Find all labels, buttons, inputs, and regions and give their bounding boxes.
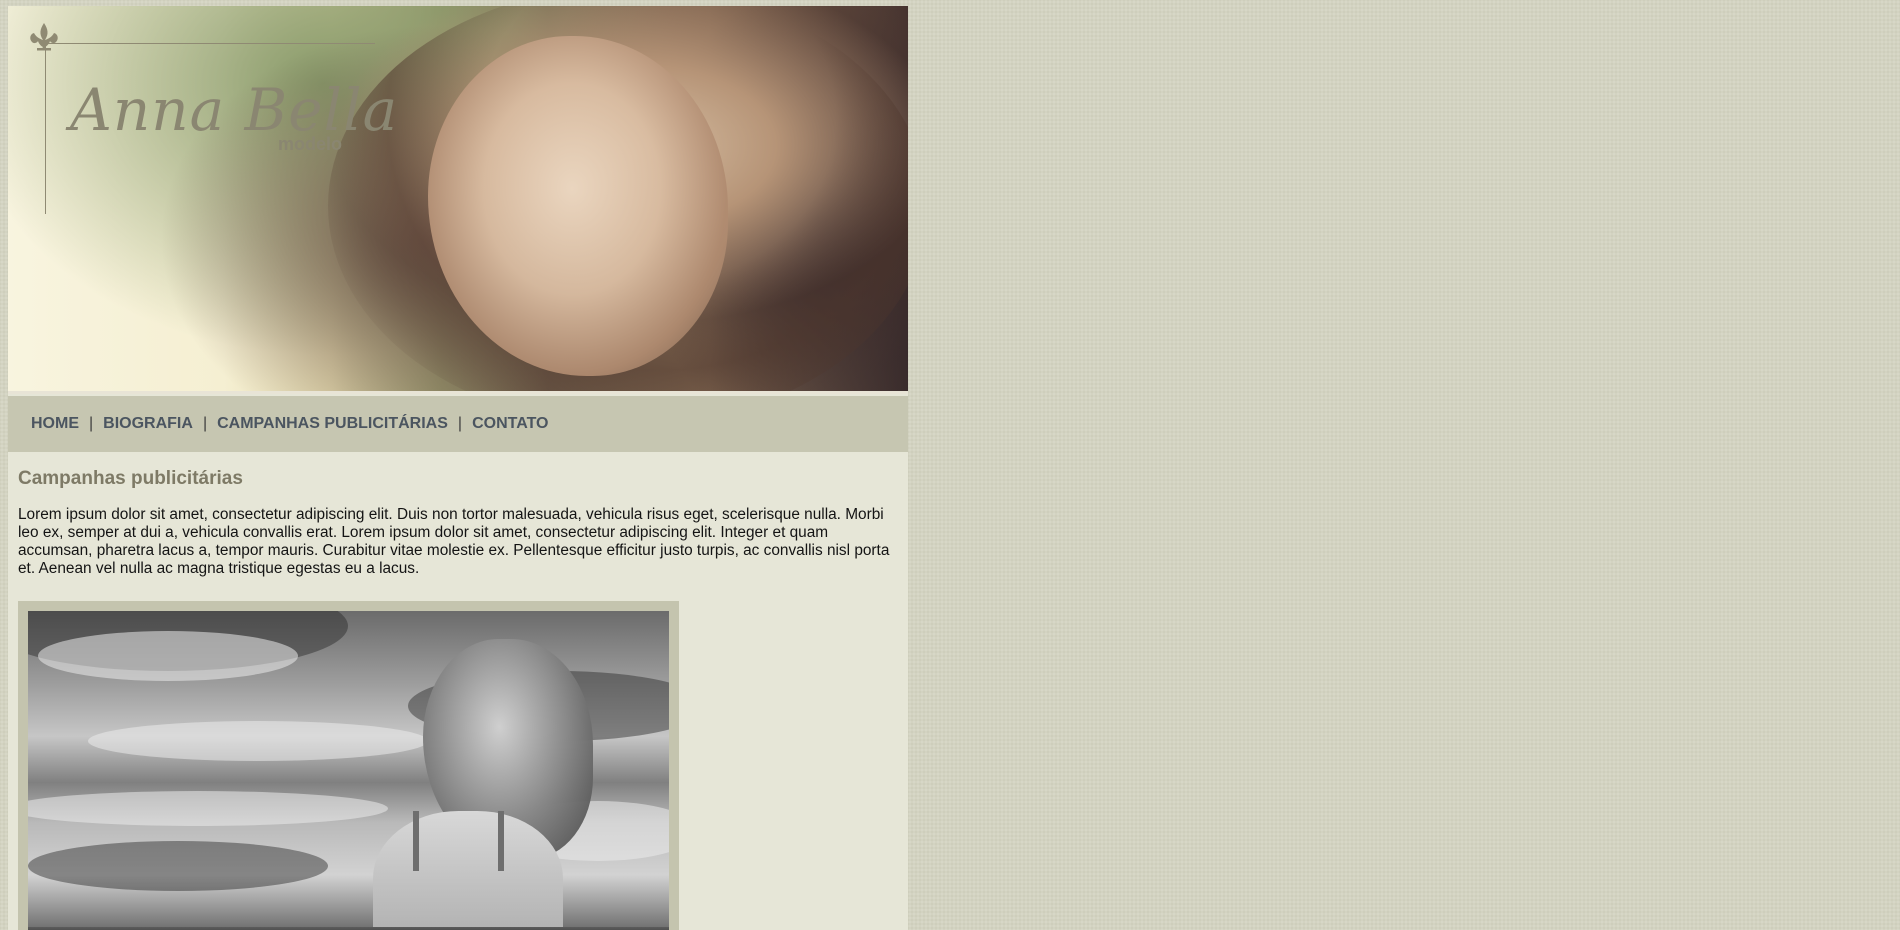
logo-subtitle: modelo: [278, 134, 343, 154]
main-content: Campanhas publicitárias Lorem ipsum dolo…: [18, 466, 898, 578]
nav-separator: |: [202, 415, 208, 432]
nav-separator: |: [89, 415, 94, 432]
photo-subject-strap: [498, 811, 504, 871]
fleur-de-lis-icon: [30, 23, 58, 51]
campaign-photo: [28, 611, 669, 930]
logo-decor-line-vertical: [45, 42, 46, 214]
photo-subject-body: [373, 811, 563, 930]
page-title: Campanhas publicitárias: [18, 468, 243, 489]
nav-separator: |: [457, 415, 463, 432]
header-banner: Anna Bella modelo: [8, 6, 908, 394]
nav-link-biografia[interactable]: BIOGRAFIA: [103, 415, 193, 433]
photo-cloud: [28, 841, 328, 891]
logo-name: Anna Bella: [70, 76, 399, 144]
nav-link-campanhas[interactable]: CAMPANHAS PUBLICITÁRIAS: [217, 415, 448, 433]
banner-divider: [8, 391, 908, 394]
page-container: Anna Bella modelo HOME | BIOGRAFIA | CAM…: [8, 6, 908, 930]
nav-link-contato[interactable]: CONTATO: [472, 415, 548, 433]
photo-cloud: [28, 791, 388, 826]
intro-paragraph: Lorem ipsum dolor sit amet, consectetur …: [18, 506, 890, 577]
campaign-photo-frame: [18, 601, 679, 930]
main-nav: HOME | BIOGRAFIA | CAMPANHAS PUBLICITÁRI…: [8, 396, 908, 452]
photo-subject-strap: [413, 811, 419, 871]
nav-link-home[interactable]: HOME: [31, 415, 79, 433]
photo-cloud: [38, 631, 298, 681]
photo-cloud: [88, 721, 428, 761]
logo-decor-line-horizontal: [45, 43, 375, 44]
